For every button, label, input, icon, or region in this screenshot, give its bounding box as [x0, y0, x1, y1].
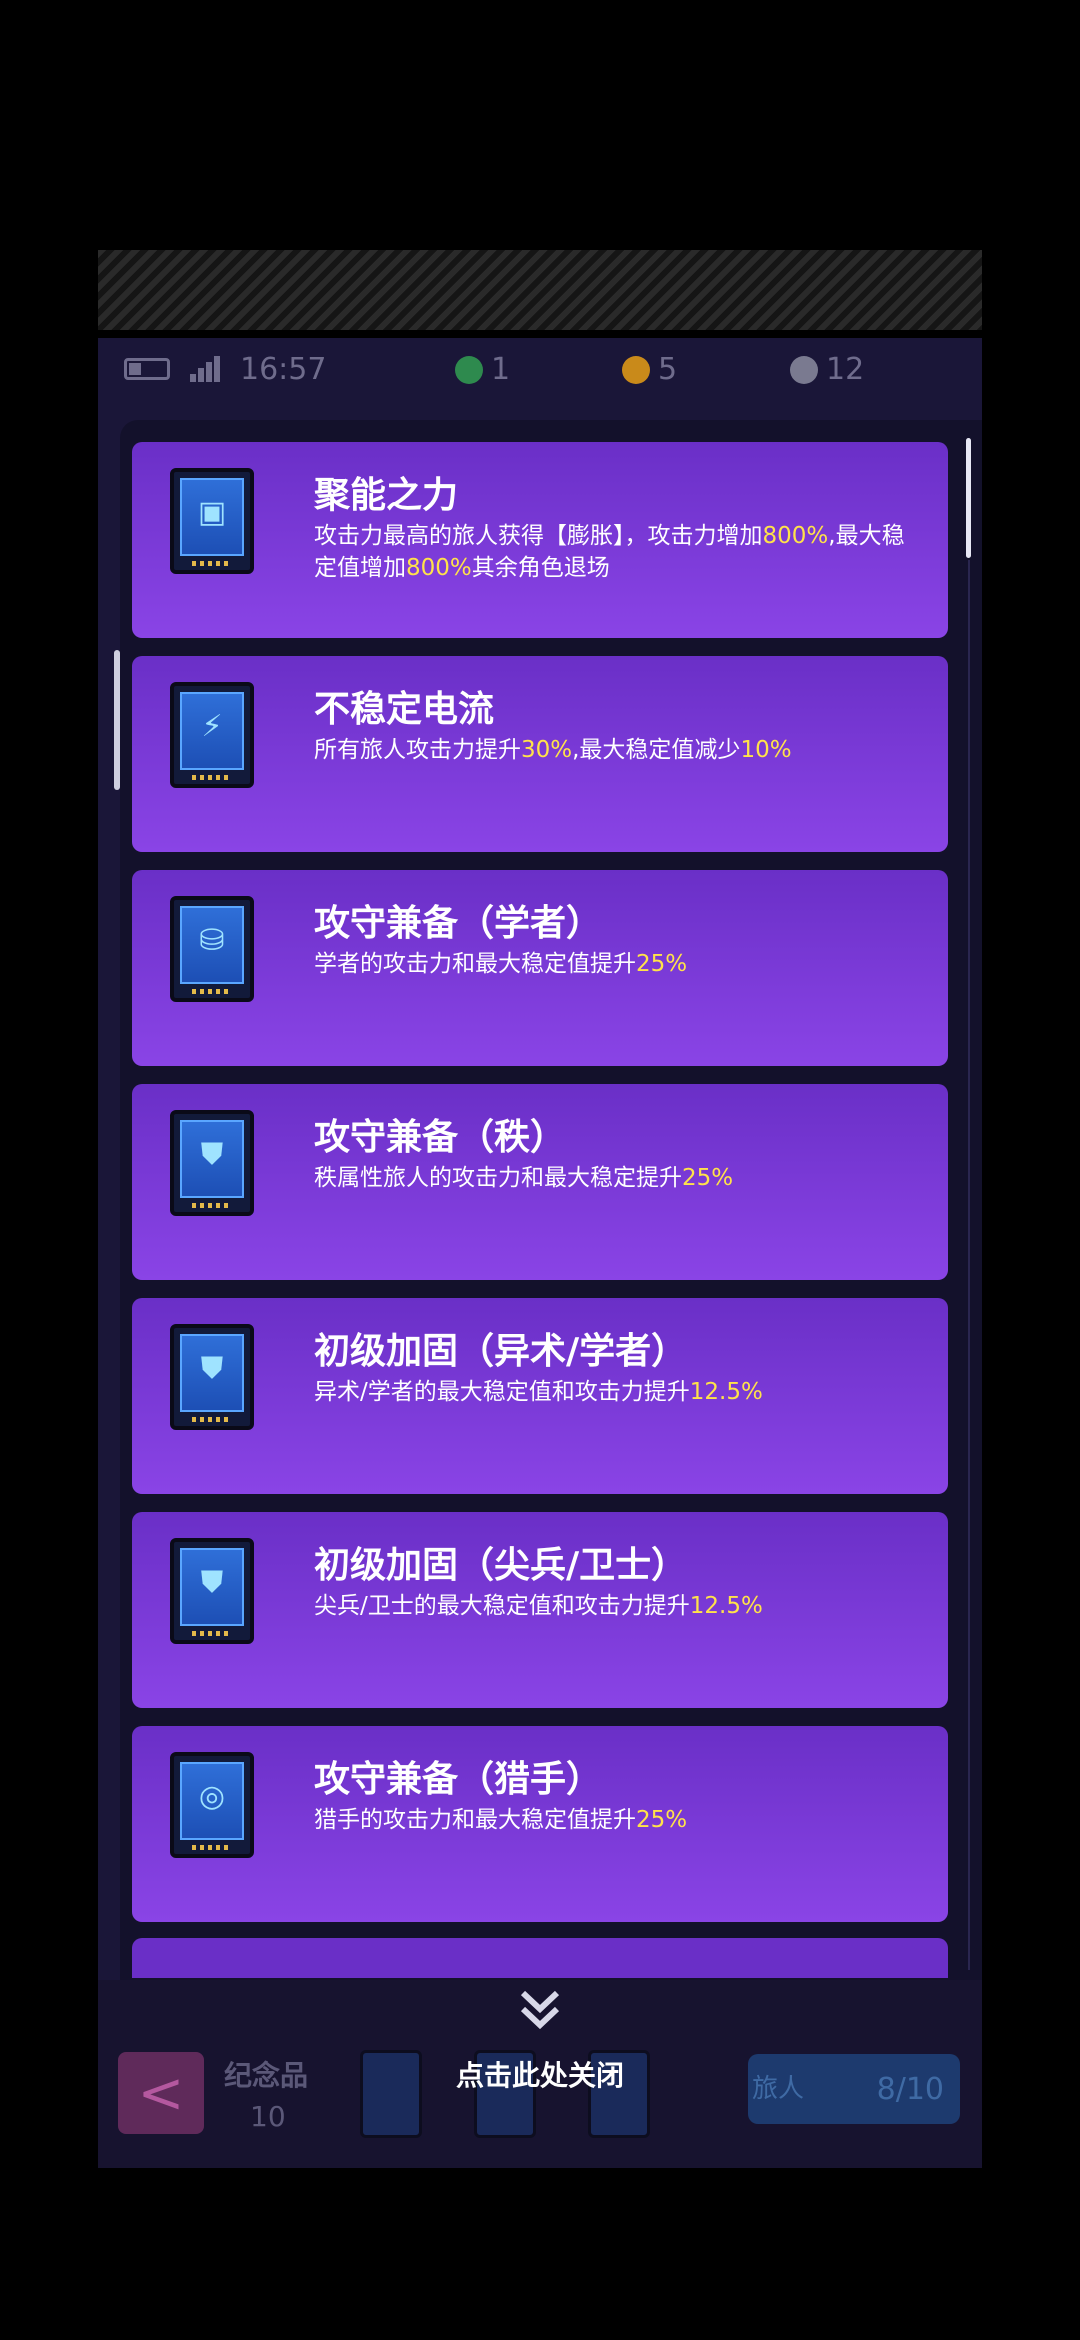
- description-text: ,最大稳定值减少: [572, 737, 741, 763]
- scrollbar-left[interactable]: [114, 650, 120, 790]
- highlight-value: 30%: [521, 737, 573, 763]
- card-description: 猎手的攻击力和最大稳定值提升25%: [314, 1804, 924, 1836]
- cube-icon: ▣: [170, 468, 254, 574]
- highlight-value: 10%: [740, 737, 792, 763]
- currency-silver-value: 12: [826, 352, 865, 387]
- card-title: 聚能之力: [314, 475, 459, 516]
- card-description: 秩属性旅人的攻击力和最大稳定提升25%: [314, 1162, 924, 1194]
- souvenir-card[interactable]: ⛊ 初级加固（异术/学者） 异术/学者的最大稳定值和攻击力提升12.5%: [132, 1298, 948, 1494]
- battery-icon: [124, 358, 170, 380]
- close-hint[interactable]: 点击此处关闭: [0, 2054, 1080, 2094]
- description-text: 学者的攻击力和最大稳定值提升: [314, 951, 636, 977]
- currency-gold-value: 5: [658, 352, 678, 387]
- coin-icon: [622, 355, 650, 384]
- silver-coin-icon: [790, 355, 818, 384]
- highlight-value: 800%: [406, 555, 472, 581]
- status-bar: 16:57 1 5 12: [98, 338, 982, 400]
- target-icon: ◎: [170, 1752, 254, 1858]
- cylinder-icon: ⛁: [170, 896, 254, 1002]
- gem-icon: [455, 355, 483, 384]
- highlight-value: 25%: [636, 1807, 688, 1833]
- description-text: 秩属性旅人的攻击力和最大稳定提升: [314, 1165, 682, 1191]
- card-description: 异术/学者的最大稳定值和攻击力提升12.5%: [314, 1376, 924, 1408]
- description-text: 其余角色退场: [471, 555, 610, 581]
- shield-icon: ⛊: [170, 1324, 254, 1430]
- shield-icon: ⛊: [170, 1110, 254, 1216]
- description-text: 尖兵/卫士的最大稳定值和攻击力提升: [314, 1593, 690, 1619]
- souvenir-card[interactable]: ▣ 聚能之力 攻击力最高的旅人获得【膨胀】，攻击力增加800%,最大稳定值增加800…: [132, 442, 948, 638]
- list-item-partial[interactable]: [132, 1938, 948, 1978]
- card-title: 攻守兼备（猎手）: [314, 1759, 603, 1800]
- card-description: 所有旅人攻击力提升30%,最大稳定值减少10%: [314, 734, 924, 766]
- card-title: 初级加固（异术/学者）: [314, 1331, 688, 1372]
- currency-green-value: 1: [491, 352, 511, 387]
- top-hatched-band: [98, 250, 982, 330]
- souvenir-card[interactable]: ◎ 攻守兼备（猎手） 猎手的攻击力和最大稳定值提升25%: [132, 1726, 948, 1922]
- scroll-track: [968, 560, 970, 1970]
- highlight-value: 25%: [636, 951, 688, 977]
- clock: 16:57: [240, 352, 327, 387]
- souvenir-card[interactable]: ⛊ 初级加固（尖兵/卫士） 尖兵/卫士的最大稳定值和攻击力提升12.5%: [132, 1512, 948, 1708]
- highlight-value: 12.5%: [689, 1379, 763, 1405]
- description-text: 攻击力最高的旅人获得【膨胀】，攻击力增加: [314, 523, 763, 549]
- souvenir-card[interactable]: ⚡ 不稳定电流所有旅人攻击力提升30%,最大稳定值减少10%: [132, 656, 948, 852]
- currency-silver: 12: [790, 352, 864, 387]
- description-text: 所有旅人攻击力提升: [314, 737, 521, 763]
- souvenir-card[interactable]: ⛁ 攻守兼备（学者） 学者的攻击力和最大稳定值提升25%: [132, 870, 948, 1066]
- souvenir-card[interactable]: ⛊ 攻守兼备（秩） 秩属性旅人的攻击力和最大稳定提升25%: [132, 1084, 948, 1280]
- scrollbar-thumb[interactable]: [966, 438, 971, 558]
- card-title: 攻守兼备（学者）: [314, 903, 603, 944]
- card-description: 学者的攻击力和最大稳定值提升25%: [314, 948, 924, 980]
- description-text: 猎手的攻击力和最大稳定值提升: [314, 1807, 636, 1833]
- card-description: 尖兵/卫士的最大稳定值和攻击力提升12.5%: [314, 1590, 924, 1622]
- highlight-value: 12.5%: [689, 1593, 763, 1619]
- currency-green: 1: [455, 352, 510, 387]
- card-title: 攻守兼备（秩）: [314, 1117, 567, 1158]
- highlight-value: 25%: [682, 1165, 734, 1191]
- card-description: 攻击力最高的旅人获得【膨胀】，攻击力增加800%,最大稳定值增加800%其余角色…: [314, 520, 924, 584]
- card-title: 不稳定电流: [314, 689, 495, 730]
- highlight-value: 800%: [762, 523, 829, 549]
- lightning-icon: ⚡: [170, 682, 254, 788]
- card-title: 初级加固（尖兵/卫士）: [314, 1545, 688, 1586]
- signal-icon: [190, 356, 220, 382]
- shield-icon: ⛊: [170, 1538, 254, 1644]
- chevron-down-icon: [520, 1990, 560, 2030]
- description-text: 异术/学者的最大稳定值和攻击力提升: [314, 1379, 690, 1405]
- currency-gold: 5: [622, 352, 677, 387]
